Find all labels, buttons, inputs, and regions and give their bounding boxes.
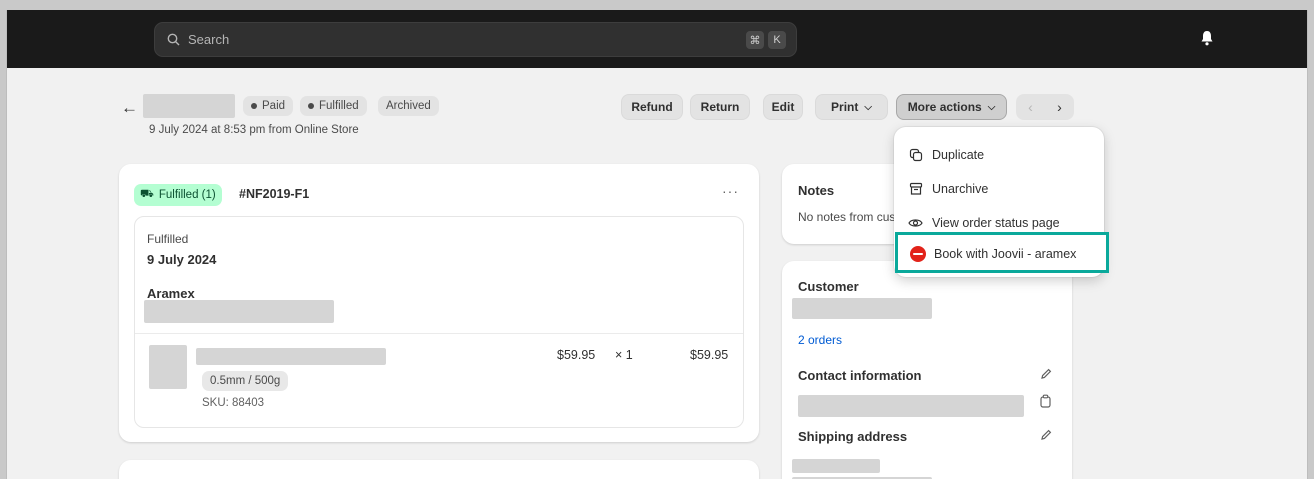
order-date-source: 9 July 2024 at 8:53 pm from Online Store — [149, 124, 359, 136]
fulfillment-card: ⛟ Fulfilled (1) #NF2019-F1 ··· Fulfilled… — [119, 164, 759, 442]
variant-badge: 0.5mm / 500g — [202, 371, 289, 391]
k-key: K — [768, 31, 786, 49]
menu-item-label: Unarchive — [932, 181, 989, 196]
line-total: $59.95 — [690, 348, 729, 362]
search-input[interactable]: Search ⌘ K — [154, 22, 797, 57]
fulfilled-dot-icon — [308, 103, 314, 109]
menu-item-label: Duplicate — [932, 147, 985, 162]
duplicate-icon — [908, 147, 923, 162]
more-actions-label: More actions — [907, 100, 982, 114]
fulfillment-status-badge: ⛟ Fulfilled (1) — [134, 184, 222, 206]
order-number-redacted — [143, 94, 235, 118]
fulfilled-badge: Fulfilled — [300, 96, 367, 116]
quantity: × 1 — [615, 348, 633, 362]
edit-pencil-icon[interactable] — [1039, 428, 1053, 442]
menu-item-label: Book with Joovii - aramex — [934, 247, 1077, 261]
archived-label: Archived — [386, 100, 431, 112]
paid-dot-icon — [251, 103, 257, 109]
print-button[interactable]: Print ⌵ — [815, 94, 888, 120]
truck-icon: ⛟ — [140, 188, 154, 200]
previous-order-icon[interactable]: ‹ — [1028, 99, 1033, 115]
more-options-icon[interactable]: ··· — [722, 183, 739, 199]
fulfillment-status-text: Fulfilled — [147, 232, 189, 246]
next-order-icon[interactable]: › — [1057, 99, 1062, 115]
shipping-address-title: Shipping address — [798, 429, 908, 444]
unarchive-icon — [908, 181, 923, 196]
search-placeholder: Search — [188, 32, 230, 47]
contact-info-title: Contact information — [798, 368, 922, 383]
paid-badge: Paid — [243, 96, 294, 116]
carrier-name: Aramex — [147, 286, 195, 301]
customer-name-redacted — [792, 298, 932, 319]
search-shortcut: ⌘ K — [746, 31, 786, 49]
unit-price: $59.95 — [557, 348, 596, 362]
order-pagination: ‹ › — [1016, 94, 1074, 120]
refund-button[interactable]: Refund — [621, 94, 683, 120]
fulfilled-label: Fulfilled — [319, 100, 359, 112]
app-frame: Search ⌘ K ← Paid Fulfilled Archived 9 J… — [6, 10, 1308, 479]
paid-label: Paid — [262, 100, 286, 112]
chevron-down-icon: ⌵ — [864, 101, 872, 113]
edit-pencil-icon[interactable] — [1039, 367, 1053, 381]
eye-icon — [908, 215, 923, 230]
more-actions-button[interactable]: More actions ⌵ — [896, 94, 1007, 120]
fulfillment-code: #NF2019-F1 — [239, 187, 310, 201]
customer-orders-link[interactable]: 2 orders — [798, 333, 842, 347]
menu-item-label: View order status page — [932, 215, 1060, 230]
fulfillment-details: Fulfilled 9 July 2024 Aramex 0.5mm / 500… — [134, 216, 744, 428]
customer-card: Customer 2 orders Contact information Sh… — [782, 261, 1072, 479]
chevron-down-icon: ⌵ — [987, 101, 996, 113]
menu-item-view-status[interactable]: View order status page — [908, 215, 1060, 230]
fulfillment-status-label: Fulfilled (1) — [158, 189, 216, 201]
search-icon — [167, 33, 180, 46]
address-line-redacted — [792, 459, 880, 473]
aramex-logo-icon — [910, 246, 926, 262]
back-arrow-icon[interactable]: ← — [121, 98, 138, 118]
edit-button[interactable]: Edit — [763, 94, 803, 120]
command-key: ⌘ — [746, 31, 764, 49]
tracking-number-redacted — [144, 300, 334, 323]
return-button[interactable]: Return — [690, 94, 750, 120]
archived-badge: Archived — [378, 96, 439, 116]
print-label: Print — [831, 100, 859, 114]
notes-title: Notes — [798, 183, 835, 198]
next-card — [119, 460, 759, 479]
product-thumbnail — [149, 345, 187, 389]
divider — [135, 333, 743, 334]
copy-icon[interactable] — [1039, 394, 1052, 408]
email-redacted — [798, 395, 1024, 417]
menu-item-unarchive[interactable]: Unarchive — [908, 181, 988, 196]
product-title-redacted — [196, 348, 386, 365]
customer-title: Customer — [798, 279, 859, 294]
book-aramex-row: Book with Joovii - aramex — [910, 246, 1076, 262]
menu-item-duplicate[interactable]: Duplicate — [908, 147, 984, 162]
menu-item-book-aramex[interactable]: Book with Joovii - aramex — [895, 232, 1109, 273]
bell-icon[interactable] — [1199, 29, 1215, 47]
fulfillment-date: 9 July 2024 — [147, 252, 217, 267]
sku-text: SKU: 88403 — [202, 397, 265, 409]
top-bar: Search ⌘ K — [7, 10, 1307, 68]
